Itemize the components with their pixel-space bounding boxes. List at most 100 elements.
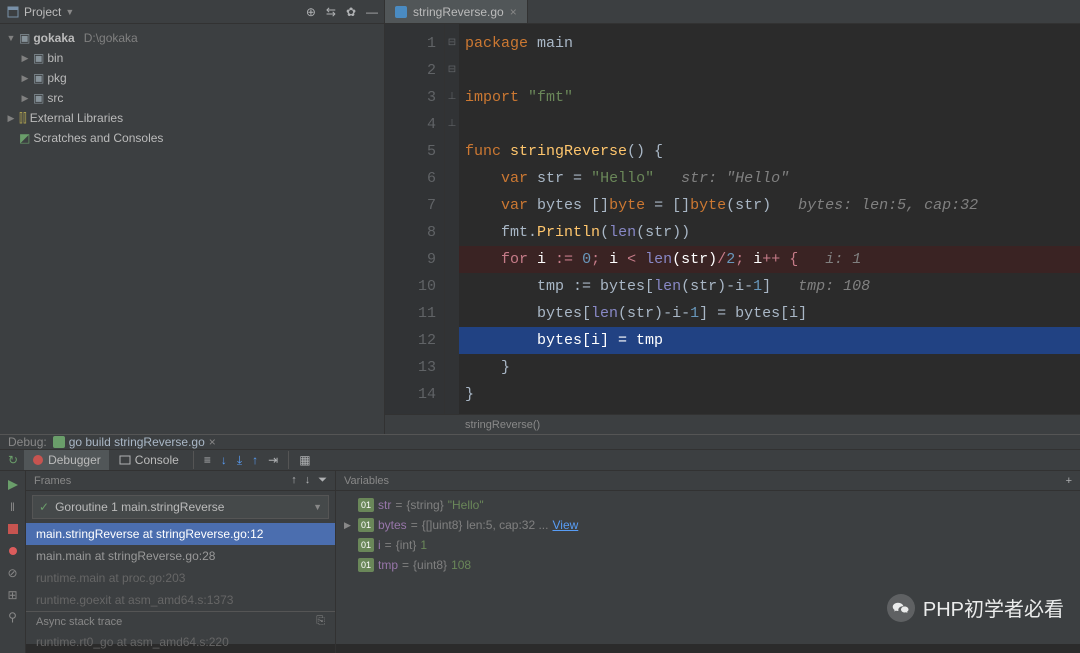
- tree-scratches[interactable]: ◩Scratches and Consoles: [0, 128, 384, 148]
- project-icon: [6, 5, 20, 19]
- vars-title: Variables: [344, 475, 389, 487]
- mute-icon[interactable]: ⊘: [5, 565, 21, 581]
- pin-icon[interactable]: ⚲: [5, 609, 21, 625]
- stop-icon[interactable]: [5, 521, 21, 537]
- frames-panel: Frames ↑ ↓ ⏷ ✓ Goroutine 1 main.stringRe…: [26, 471, 336, 653]
- frame-filter-icon[interactable]: ⏷: [318, 474, 327, 487]
- code-line[interactable]: [459, 408, 1080, 414]
- breadcrumbs[interactable]: stringReverse(): [385, 414, 1080, 434]
- project-panel: Project ▼ ⊕ ⇆ ✿ — ▼ ▣ gokaka D:\gokaka ▶…: [0, 0, 385, 434]
- line-number[interactable]: 9: [385, 246, 436, 273]
- project-title: Project: [24, 5, 61, 19]
- variable-row[interactable]: 01 i = {int} 1: [336, 535, 1080, 555]
- stack-frame[interactable]: runtime.goexit at asm_amd64.s:1373: [26, 589, 335, 611]
- frames-title: Frames: [34, 475, 71, 487]
- code-line[interactable]: package main: [459, 30, 1080, 57]
- fold-mark[interactable]: ⊥: [445, 111, 459, 138]
- code-line[interactable]: for i := 0; i < len(str)/2; i++ { i: 1: [459, 246, 1080, 273]
- debug-gutter: ‖ ⊘ ⊞ ⚲: [0, 471, 26, 653]
- line-number[interactable]: 15: [385, 408, 436, 414]
- line-number[interactable]: 13: [385, 354, 436, 381]
- pause-icon[interactable]: ‖: [5, 499, 21, 515]
- line-number[interactable]: 5: [385, 138, 436, 165]
- line-number[interactable]: 4: [385, 111, 436, 138]
- tree-folder-src[interactable]: ▶▣src: [0, 88, 384, 108]
- hide-icon[interactable]: —: [366, 5, 378, 19]
- line-number[interactable]: 2: [385, 57, 436, 84]
- wechat-icon: [887, 594, 915, 622]
- goroutine-select[interactable]: ✓ Goroutine 1 main.stringReverse ▼: [32, 495, 329, 519]
- tree-folder-bin[interactable]: ▶▣bin: [0, 48, 384, 68]
- run-config[interactable]: go build stringReverse.go ×: [53, 435, 216, 449]
- layout-icon[interactable]: ⊞: [5, 587, 21, 603]
- step-into-icon[interactable]: ↓: [217, 453, 231, 467]
- async-frame[interactable]: runtime.rt0_go at asm_amd64.s:220: [26, 631, 335, 653]
- code-line[interactable]: [459, 57, 1080, 84]
- frame-next-icon[interactable]: ↓: [305, 474, 311, 487]
- tree-folder-pkg[interactable]: ▶▣pkg: [0, 68, 384, 88]
- debug-titlebar: Debug: go build stringReverse.go ×: [0, 435, 1080, 450]
- copy-icon[interactable]: ⎘: [316, 615, 325, 628]
- line-number[interactable]: 10: [385, 273, 436, 300]
- code-line[interactable]: }: [459, 354, 1080, 381]
- code-line[interactable]: var bytes []byte = []byte(str) bytes: le…: [459, 192, 1080, 219]
- code-line[interactable]: }: [459, 381, 1080, 408]
- fold-mark[interactable]: ⊥: [445, 84, 459, 111]
- step-over-icon[interactable]: ≡: [200, 453, 215, 467]
- code-line[interactable]: [459, 111, 1080, 138]
- debug-toolbar: ↻ Debugger Console ≡ ↓ ⤓ ↑ ⇥ ▦: [0, 450, 1080, 471]
- code-line[interactable]: func stringReverse() {: [459, 138, 1080, 165]
- evaluate-icon[interactable]: ▦: [295, 453, 314, 467]
- step-into2-icon[interactable]: ⤓: [233, 453, 246, 468]
- line-number[interactable]: 8: [385, 219, 436, 246]
- dropdown-icon[interactable]: ▼: [65, 7, 74, 17]
- restart-icon[interactable]: ↻: [4, 453, 22, 467]
- run-cursor-icon[interactable]: ⇥: [264, 453, 282, 467]
- fold-mark[interactable]: ⊟: [445, 57, 459, 84]
- line-number[interactable]: 1: [385, 30, 436, 57]
- tab-console[interactable]: Console: [111, 450, 187, 470]
- go-icon: [53, 436, 65, 448]
- code-editor[interactable]: 123456789101112131415 ⊟⊟⊥⊥ package maini…: [385, 24, 1080, 414]
- code-line[interactable]: var str = "Hello" str: "Hello": [459, 165, 1080, 192]
- collapse-icon[interactable]: ⇆: [326, 5, 336, 19]
- variables-panel: Variables + 01 str = {string} "Hello"▶01…: [336, 471, 1080, 653]
- line-number[interactable]: 12: [385, 327, 436, 354]
- line-number[interactable]: 14: [385, 381, 436, 408]
- fold-mark[interactable]: ⊟: [445, 30, 459, 57]
- editor-area: stringReverse.go × 123456789101112131415…: [385, 0, 1080, 434]
- tree-ext-libs[interactable]: ▶⫿⫿External Libraries: [0, 108, 384, 128]
- console-icon: [119, 454, 131, 466]
- variable-row[interactable]: 01 tmp = {uint8} 108: [336, 555, 1080, 575]
- breakpoints-icon[interactable]: [5, 543, 21, 559]
- project-header: Project ▼ ⊕ ⇆ ✿ —: [0, 0, 384, 24]
- tree-root[interactable]: ▼ ▣ gokaka D:\gokaka: [0, 28, 384, 48]
- stack-frame[interactable]: main.main at stringReverse.go:28: [26, 545, 335, 567]
- line-number[interactable]: 6: [385, 165, 436, 192]
- async-header[interactable]: Async stack trace ⎘: [26, 611, 335, 631]
- step-out-icon[interactable]: ↑: [248, 453, 262, 467]
- stack-frame[interactable]: runtime.main at proc.go:203: [26, 567, 335, 589]
- frame-prev-icon[interactable]: ↑: [291, 474, 297, 487]
- gear-icon[interactable]: ✿: [346, 5, 356, 19]
- code-line[interactable]: import "fmt": [459, 84, 1080, 111]
- go-file-icon: [395, 6, 407, 18]
- line-number[interactable]: 3: [385, 84, 436, 111]
- editor-tab[interactable]: stringReverse.go ×: [385, 0, 528, 23]
- code-line[interactable]: tmp := bytes[len(str)-i-1] tmp: 108: [459, 273, 1080, 300]
- resume-icon[interactable]: [5, 477, 21, 493]
- editor-tab-bar: stringReverse.go ×: [385, 0, 1080, 24]
- stack-frame[interactable]: main.stringReverse at stringReverse.go:1…: [26, 523, 335, 545]
- code-line[interactable]: bytes[len(str)-i-1] = bytes[i]: [459, 300, 1080, 327]
- tab-debugger[interactable]: Debugger: [24, 450, 109, 470]
- add-watch-icon[interactable]: +: [1066, 475, 1072, 487]
- line-number[interactable]: 7: [385, 192, 436, 219]
- close-tab-icon[interactable]: ×: [510, 5, 517, 19]
- code-line[interactable]: fmt.Println(len(str)): [459, 219, 1080, 246]
- code-line[interactable]: bytes[i] = tmp: [459, 327, 1080, 354]
- variable-row[interactable]: ▶01 bytes = {[]uint8} len:5, cap:32 ... …: [336, 515, 1080, 535]
- project-tree[interactable]: ▼ ▣ gokaka D:\gokaka ▶▣bin ▶▣pkg ▶▣src ▶…: [0, 24, 384, 152]
- line-number[interactable]: 11: [385, 300, 436, 327]
- target-icon[interactable]: ⊕: [306, 5, 316, 19]
- variable-row[interactable]: 01 str = {string} "Hello": [336, 495, 1080, 515]
